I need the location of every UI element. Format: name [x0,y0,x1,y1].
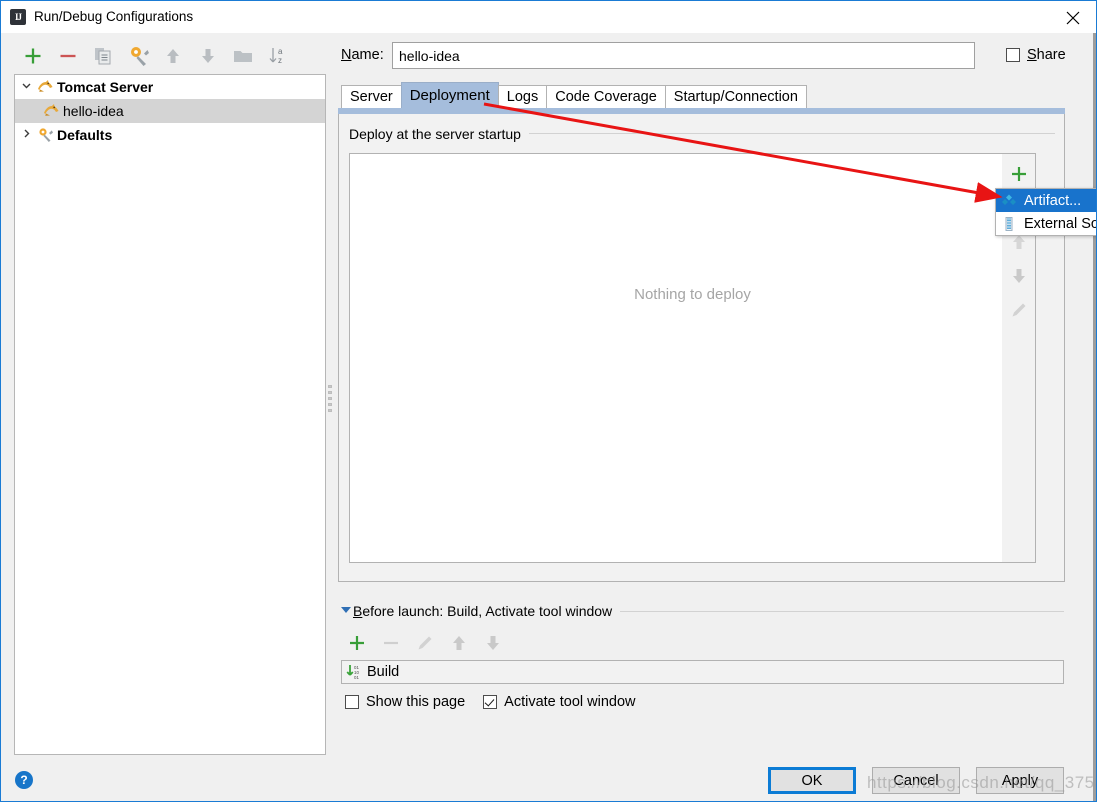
move-task-up-button [443,627,477,659]
build-icon: 01 10 01 [345,664,367,680]
create-folder-button[interactable] [229,39,259,71]
tab-server[interactable]: Server [341,85,402,108]
menu-item-label: Artifact... [1024,192,1082,209]
svg-text:01: 01 [354,675,359,680]
move-up-button[interactable] [159,39,189,71]
before-launch-title: Before launch: Build, Activate tool wind… [353,603,621,619]
activate-tool-window-label: Activate tool window [504,694,636,710]
panel-splitter[interactable] [327,382,335,422]
window-title: Run/Debug Configurations [34,9,194,24]
add-task-button[interactable] [341,627,375,659]
tomcat-icon [37,79,55,95]
intellij-idea-icon: IJ [10,9,26,25]
share-checkbox[interactable] [1006,48,1020,62]
tree-item-hello-idea[interactable]: hello-idea [15,99,325,123]
deploy-group-title: Deploy at the server startup [349,126,529,142]
move-down-button[interactable] [194,39,224,71]
edit-templates-button[interactable] [124,39,154,71]
tree-item-label: hello-idea [63,103,124,119]
ok-button[interactable]: OK [768,767,856,794]
configurations-toolbar: a z [9,39,321,73]
before-launch-options: Show this page Activate tool window [345,694,654,710]
sort-configurations-button[interactable]: a z [264,39,294,71]
tab-deployment[interactable]: Deployment [400,82,499,108]
before-launch-task-label: Build [367,664,400,680]
remove-configuration-button[interactable] [54,39,84,71]
copy-configuration-button[interactable] [89,39,119,71]
deployment-empty-message: Nothing to deploy [634,286,751,303]
deployment-list[interactable]: Nothing to deploy [349,153,1036,563]
watermark-text: https://blog.csdn.net/qq_37581282 [867,773,1096,792]
before-launch-task-row[interactable]: 01 10 01 Build [341,660,1064,684]
tab-startup-connection[interactable]: Startup/Connection [664,85,807,108]
chevron-down-icon[interactable] [15,80,37,94]
artifact-icon [1001,193,1017,209]
add-configuration-button[interactable] [19,39,49,71]
tree-item-label: Defaults [57,127,113,143]
configuration-tabs: Server Deployment Logs Code Coverage Sta… [341,82,807,108]
before-launch-title-text: efore launch: Build, Activate tool windo… [362,603,613,619]
edit-artifact-button [1002,292,1034,326]
before-launch-collapse-icon[interactable] [341,607,351,613]
run-debug-configurations-dialog: IJ Run/Debug Configurations a z Tomcat S… [0,0,1097,802]
configurations-tree[interactable]: Tomcat Server hello-idea Defaults [14,74,326,755]
show-this-page-checkbox[interactable] [345,695,359,709]
tab-logs[interactable]: Logs [497,85,548,108]
tree-item-tomcat-server[interactable]: Tomcat Server [15,75,325,99]
before-launch-toolbar [341,627,641,659]
name-input[interactable] [392,42,975,69]
close-icon[interactable] [1050,1,1096,32]
menu-item-artifact[interactable]: Artifact... [996,189,1096,212]
activate-tool-window-checkbox[interactable] [483,695,498,709]
svg-text:z: z [278,56,282,65]
svg-text:a: a [278,47,283,56]
gear-wrench-icon [37,127,55,143]
show-this-page-label: Show this page [366,694,466,710]
tree-item-label: Tomcat Server [57,79,154,95]
remove-task-button [375,627,409,659]
help-icon[interactable]: ? [15,771,33,789]
tab-content-accent-strip [338,108,1065,114]
edit-task-button [409,627,443,659]
title-bar: IJ Run/Debug Configurations [1,1,1096,33]
desktop-background-sliver [1093,33,1096,801]
menu-item-external-source[interactable]: External Source... [996,212,1096,235]
tomcat-icon [43,103,61,119]
external-source-icon [1001,216,1017,232]
tree-item-defaults[interactable]: Defaults [15,123,325,147]
share-label: Share [1027,47,1066,63]
add-deployment-popup-menu[interactable]: Artifact... External Source... [995,188,1096,236]
menu-item-label: External Source... [1024,215,1096,232]
move-artifact-down-button [1002,258,1034,292]
tab-code-coverage[interactable]: Code Coverage [546,85,666,108]
add-artifact-button[interactable] [1002,156,1034,190]
move-task-down-button [477,627,511,659]
footer-separator [1,758,1096,759]
chevron-right-icon[interactable] [15,128,37,142]
name-field-label: Name: [341,47,384,63]
